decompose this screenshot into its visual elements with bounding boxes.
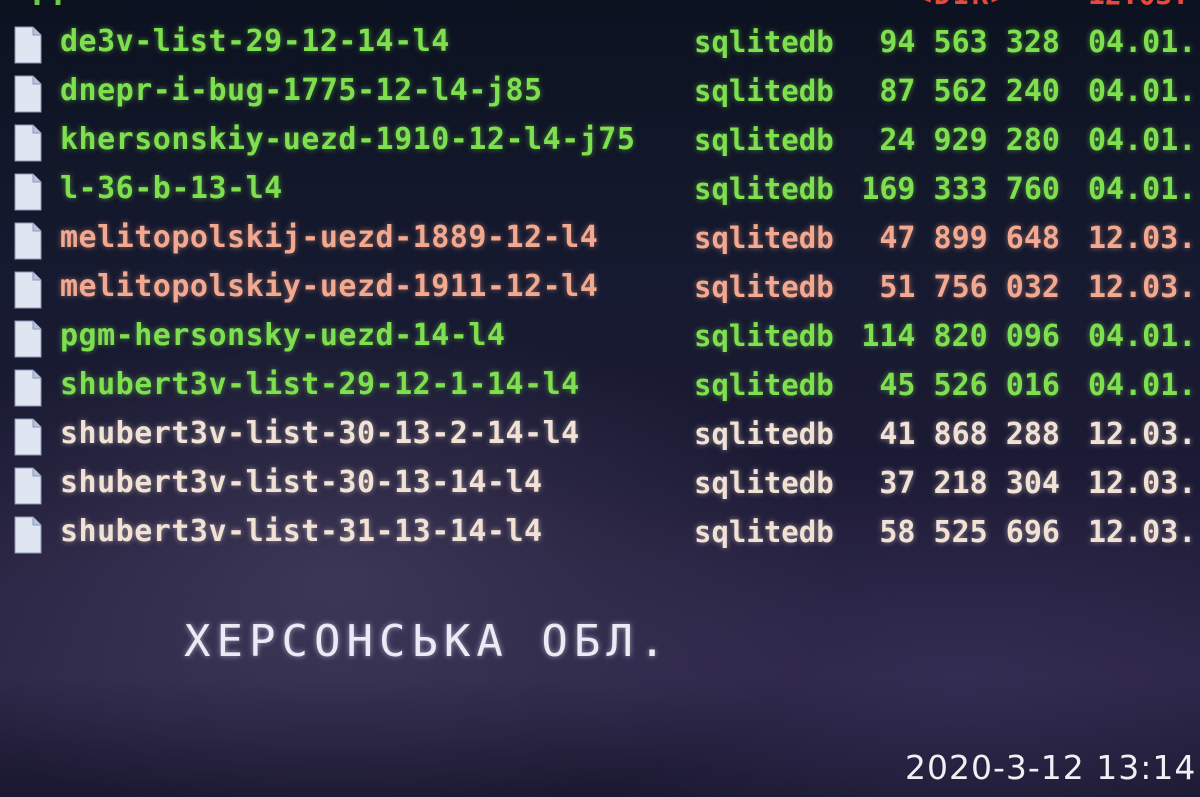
file-size: 45 526 016 bbox=[879, 368, 1060, 403]
file-name: shubert3v-list-29-12-1-14-l4 bbox=[60, 367, 580, 402]
file-date: 04.01. bbox=[1088, 319, 1197, 354]
file-extension: sqlitedb bbox=[694, 368, 834, 402]
file-date: 04.01. bbox=[1088, 25, 1197, 60]
file-icon bbox=[14, 418, 42, 456]
file-size: 37 218 304 bbox=[879, 466, 1060, 501]
file-icon bbox=[14, 516, 42, 554]
file-size: 58 525 696 bbox=[879, 515, 1060, 550]
file-size: 87 562 240 bbox=[879, 74, 1060, 109]
file-name: shubert3v-list-31-13-14-l4 bbox=[60, 514, 543, 549]
file-icon bbox=[14, 173, 42, 211]
file-row[interactable]: pgm-hersonsky-uezd-14-l4 sqlitedb 114 820 … bbox=[0, 316, 1200, 365]
file-date: 04.01. bbox=[1088, 123, 1197, 158]
file-extension: sqlitedb bbox=[694, 25, 834, 59]
file-row[interactable]: de3v-list-29-12-14-l4 sqlitedb 94 563 328 0… bbox=[0, 22, 1200, 71]
file-extension: sqlitedb bbox=[694, 221, 834, 255]
file-name: pgm-hersonsky-uezd-14-l4 bbox=[60, 318, 506, 353]
file-date: 04.01. bbox=[1088, 368, 1197, 403]
file-row[interactable]: khersonskiy-uezd-1910-12-l4-j75 sqlitedb 2… bbox=[0, 120, 1200, 169]
file-row[interactable]: shubert3v-list-30-13-2-14-l4 sqlitedb 41 8… bbox=[0, 414, 1200, 463]
file-icon bbox=[14, 320, 42, 358]
dir-date: 12.03. bbox=[1088, 0, 1189, 11]
file-date: 12.03. bbox=[1088, 515, 1197, 550]
file-extension: sqlitedb bbox=[694, 417, 834, 451]
file-date: 12.03. bbox=[1088, 466, 1197, 501]
file-size: 24 929 280 bbox=[879, 123, 1060, 158]
file-icon bbox=[14, 369, 42, 407]
file-row[interactable]: shubert3v-list-30-13-14-l4 sqlitedb 37 218… bbox=[0, 463, 1200, 512]
file-extension: sqlitedb bbox=[694, 515, 834, 549]
file-icon bbox=[14, 26, 42, 64]
file-date: 04.01. bbox=[1088, 74, 1197, 109]
file-size: 94 563 328 bbox=[879, 25, 1060, 60]
file-size: 169 333 760 bbox=[861, 172, 1060, 207]
region-label: ХЕРСОНСЬКА ОБЛ. bbox=[184, 616, 672, 667]
file-name: melitopolskij-uezd-1889-12-l4 bbox=[60, 220, 599, 255]
file-date: 12.03. bbox=[1088, 221, 1197, 256]
file-name: de3v-list-29-12-14-l4 bbox=[60, 24, 450, 59]
file-row[interactable]: melitopolskij-uezd-1889-12-l4 sqlitedb 47 … bbox=[0, 218, 1200, 267]
file-icon bbox=[14, 124, 42, 162]
file-list: de3v-list-29-12-14-l4 sqlitedb 94 563 328 0… bbox=[0, 22, 1200, 561]
file-extension: sqlitedb bbox=[694, 74, 834, 108]
file-name: melitopolskiy-uezd-1911-12-l4 bbox=[60, 269, 599, 304]
file-icon bbox=[14, 75, 42, 113]
file-row[interactable]: dnepr-i-bug-1775-12-l4-j85 sqlitedb 87 562… bbox=[0, 71, 1200, 120]
file-extension: sqlitedb bbox=[694, 172, 834, 206]
photo-timestamp: 2020-3-12 13:14 bbox=[905, 748, 1197, 787]
parent-directory-row[interactable]: .. <DIR> 12.03. bbox=[0, 0, 1200, 18]
parent-directory-link[interactable]: .. bbox=[28, 0, 70, 13]
file-manager-screen: .. <DIR> 12.03. de3v-list-29-12-14-l4 sql… bbox=[0, 0, 1200, 797]
file-name: l-36-b-13-l4 bbox=[60, 171, 283, 206]
file-size: 47 899 648 bbox=[879, 221, 1060, 256]
file-name: shubert3v-list-30-13-14-l4 bbox=[60, 465, 543, 500]
file-size: 51 756 032 bbox=[879, 270, 1060, 305]
file-icon bbox=[14, 467, 42, 505]
file-size: 114 820 096 bbox=[861, 319, 1060, 354]
file-name: dnepr-i-bug-1775-12-l4-j85 bbox=[60, 73, 543, 108]
file-row[interactable]: shubert3v-list-29-12-1-14-l4 sqlitedb 45 5… bbox=[0, 365, 1200, 414]
file-date: 04.01. bbox=[1088, 172, 1197, 207]
file-date: 12.03. bbox=[1088, 270, 1197, 305]
dir-tag: <DIR> bbox=[915, 0, 1009, 11]
file-row[interactable]: l-36-b-13-l4 sqlitedb 169 333 760 04.01. bbox=[0, 169, 1200, 218]
file-row[interactable]: melitopolskiy-uezd-1911-12-l4 sqlitedb 51 … bbox=[0, 267, 1200, 316]
file-row[interactable]: shubert3v-list-31-13-14-l4 sqlitedb 58 525… bbox=[0, 512, 1200, 561]
file-name: shubert3v-list-30-13-2-14-l4 bbox=[60, 416, 580, 451]
file-name: khersonskiy-uezd-1910-12-l4-j75 bbox=[60, 122, 636, 157]
file-extension: sqlitedb bbox=[694, 466, 834, 500]
file-size: 41 868 288 bbox=[879, 417, 1060, 452]
file-extension: sqlitedb bbox=[694, 123, 834, 157]
file-extension: sqlitedb bbox=[694, 270, 834, 304]
file-icon bbox=[14, 222, 42, 260]
file-icon bbox=[14, 271, 42, 309]
file-date: 12.03. bbox=[1088, 417, 1197, 452]
file-extension: sqlitedb bbox=[694, 319, 834, 353]
